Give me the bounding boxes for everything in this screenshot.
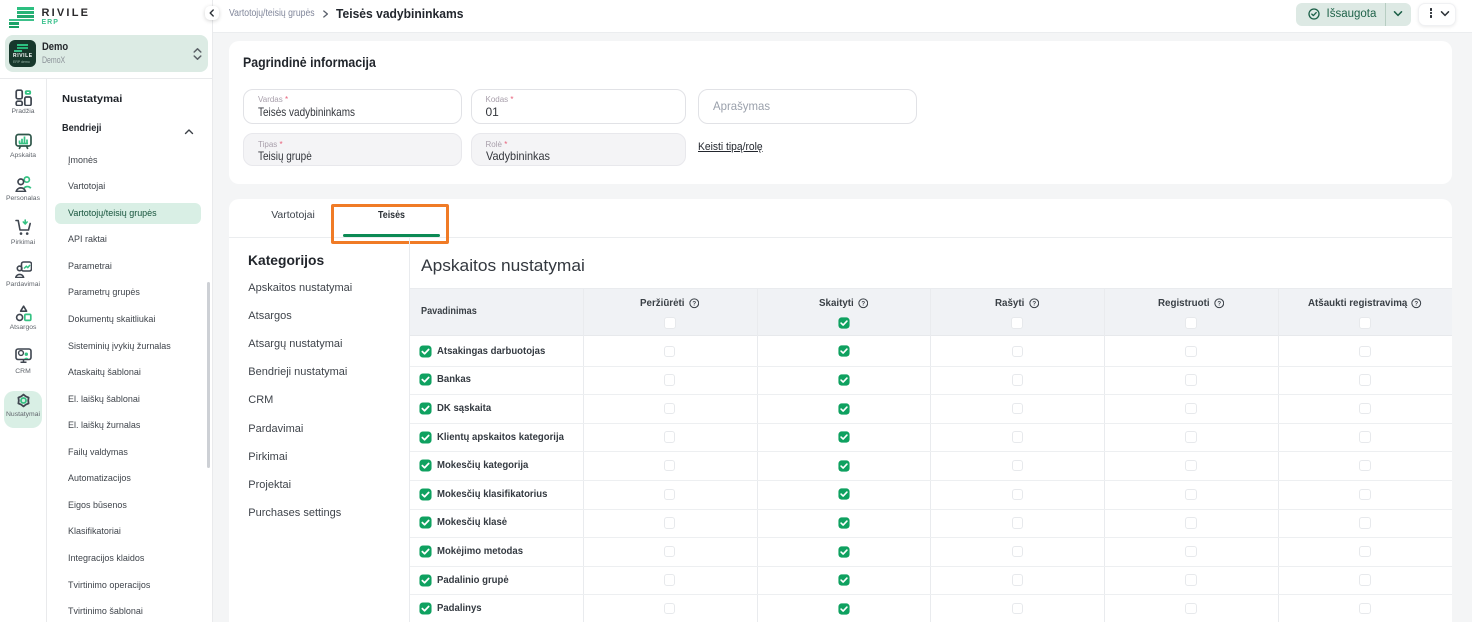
svg-text:?: ?: [1032, 301, 1036, 308]
svg-text:?: ?: [1217, 301, 1221, 308]
svg-text:?: ?: [861, 301, 865, 308]
svg-text:?: ?: [692, 301, 696, 308]
svg-text:?: ?: [1415, 301, 1419, 308]
